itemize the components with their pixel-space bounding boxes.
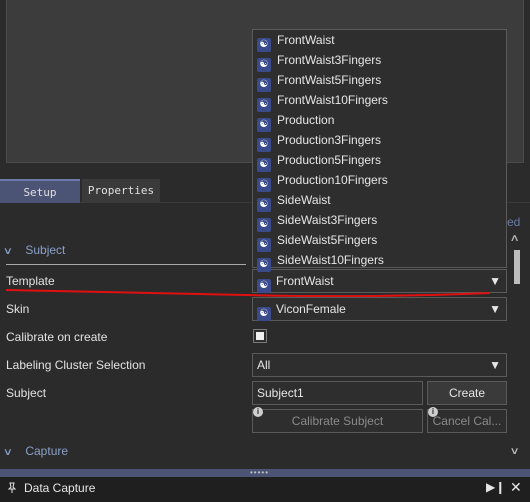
dropdown-item-label: FrontWaist (277, 33, 335, 47)
dropdown-item-label: FrontWaist3Fingers (277, 53, 382, 67)
dropdown-item[interactable]: ☯ Production10Fingers (253, 170, 506, 192)
dropdown-item[interactable]: ☯ FrontWaist5Fingers (253, 70, 506, 92)
dropdown-item-label: Production5Fingers (277, 153, 382, 167)
dropdown-item-label: Production10Fingers (277, 173, 388, 187)
dropdown-item[interactable]: ☯ FrontWaist10Fingers (253, 90, 506, 112)
calibrate-on-create-label: Calibrate on create (6, 330, 108, 344)
chevron-up-icon[interactable]: ∧ (510, 233, 520, 244)
dropdown-item-label: FrontWaist10Fingers (277, 93, 388, 107)
dropdown-item[interactable]: ☯ Production5Fingers (253, 150, 506, 172)
dropdown-item-label: Production3Fingers (277, 133, 382, 147)
skin-combo[interactable]: ☯ ViconFemale ▼ (252, 297, 507, 321)
checkbox-mark (256, 332, 264, 340)
chevron-down-icon: ∨ (2, 447, 14, 458)
grip-dots-icon: ••••• (250, 468, 270, 477)
dropdown-item[interactable]: ☯ FrontWaist (253, 30, 506, 52)
capture-section-header[interactable]: ∨ Capture (2, 442, 69, 460)
dropdown-item[interactable]: ☯ SideWaist3Fingers (253, 210, 506, 232)
dropdown-item-label: SideWaist5Fingers (277, 233, 378, 247)
data-capture-title: Data Capture (24, 481, 96, 495)
annotation-underline (6, 289, 490, 297)
tab-properties[interactable]: Properties (82, 179, 160, 203)
section-divider (6, 264, 246, 265)
template-value: FrontWaist (276, 274, 334, 288)
labeling-cluster-value: All (257, 358, 271, 372)
data-capture-bar: Data Capture ▶❙ ✕ (0, 477, 530, 502)
panel-splitter[interactable]: ••••• (0, 468, 530, 477)
info-icon: i (428, 407, 438, 417)
tab-setup[interactable]: Setup (0, 179, 80, 203)
info-icon: i (253, 407, 263, 417)
dropdown-item[interactable]: ☯ SideWaist5Fingers (253, 230, 506, 252)
dropdown-item-label: FrontWaist5Fingers (277, 73, 382, 87)
skin-label: Skin (6, 302, 30, 316)
subject-section-title: Subject (25, 243, 66, 257)
dock-icon[interactable]: ▶❙ (486, 480, 505, 494)
dropdown-item-label: SideWaist3Fingers (277, 213, 378, 227)
partial-label: ed (507, 215, 521, 229)
dropdown-item[interactable]: ☯ SideWaist10Fingers (253, 250, 506, 272)
chevron-down-icon[interactable]: ∨ (510, 446, 520, 457)
dropdown-item[interactable]: ☯ Production (253, 110, 506, 132)
labeling-cluster-label: Labeling Cluster Selection (6, 358, 146, 372)
template-dropdown-list[interactable]: ☯ FrontWaist ☯ FrontWaist3Fingers ☯ FrontWa… (252, 29, 507, 272)
skin-value: ViconFemale (276, 302, 346, 316)
scrollbar-thumb[interactable] (514, 250, 520, 284)
dropdown-arrow-icon: ▼ (489, 358, 501, 372)
dropdown-item[interactable]: ☯ SideWaist (253, 190, 506, 212)
create-button[interactable]: Create (427, 381, 507, 405)
dropdown-item-label: Production (277, 113, 335, 127)
cancel-calibration-button[interactable]: Cancel Cal... (427, 409, 507, 433)
dropdown-item-label: SideWaist (277, 193, 331, 207)
dropdown-arrow-icon: ▼ (489, 302, 501, 316)
dropdown-item[interactable]: ☯ Production3Fingers (253, 130, 506, 152)
capture-section-title: Capture (25, 444, 69, 458)
subject-name-input[interactable]: Subject1 (252, 381, 423, 405)
dropdown-item[interactable]: ☯ FrontWaist3Fingers (253, 50, 506, 72)
skin-icon: ☯ (257, 307, 271, 321)
template-icon: ☯ (257, 258, 271, 272)
chevron-down-icon: ∨ (2, 246, 14, 257)
subject-label: Subject (6, 386, 47, 400)
close-icon[interactable]: ✕ (510, 479, 522, 496)
dropdown-arrow-icon: ▼ (489, 274, 501, 288)
labeling-cluster-combo[interactable]: All ▼ (252, 353, 507, 377)
calibrate-on-create-checkbox[interactable] (253, 329, 267, 343)
dropdown-item-label: SideWaist10Fingers (277, 253, 384, 267)
pin-icon[interactable] (6, 482, 18, 494)
subject-section-header[interactable]: ∨ Subject (2, 241, 66, 259)
calibrate-subject-button[interactable]: Calibrate Subject (252, 409, 423, 433)
